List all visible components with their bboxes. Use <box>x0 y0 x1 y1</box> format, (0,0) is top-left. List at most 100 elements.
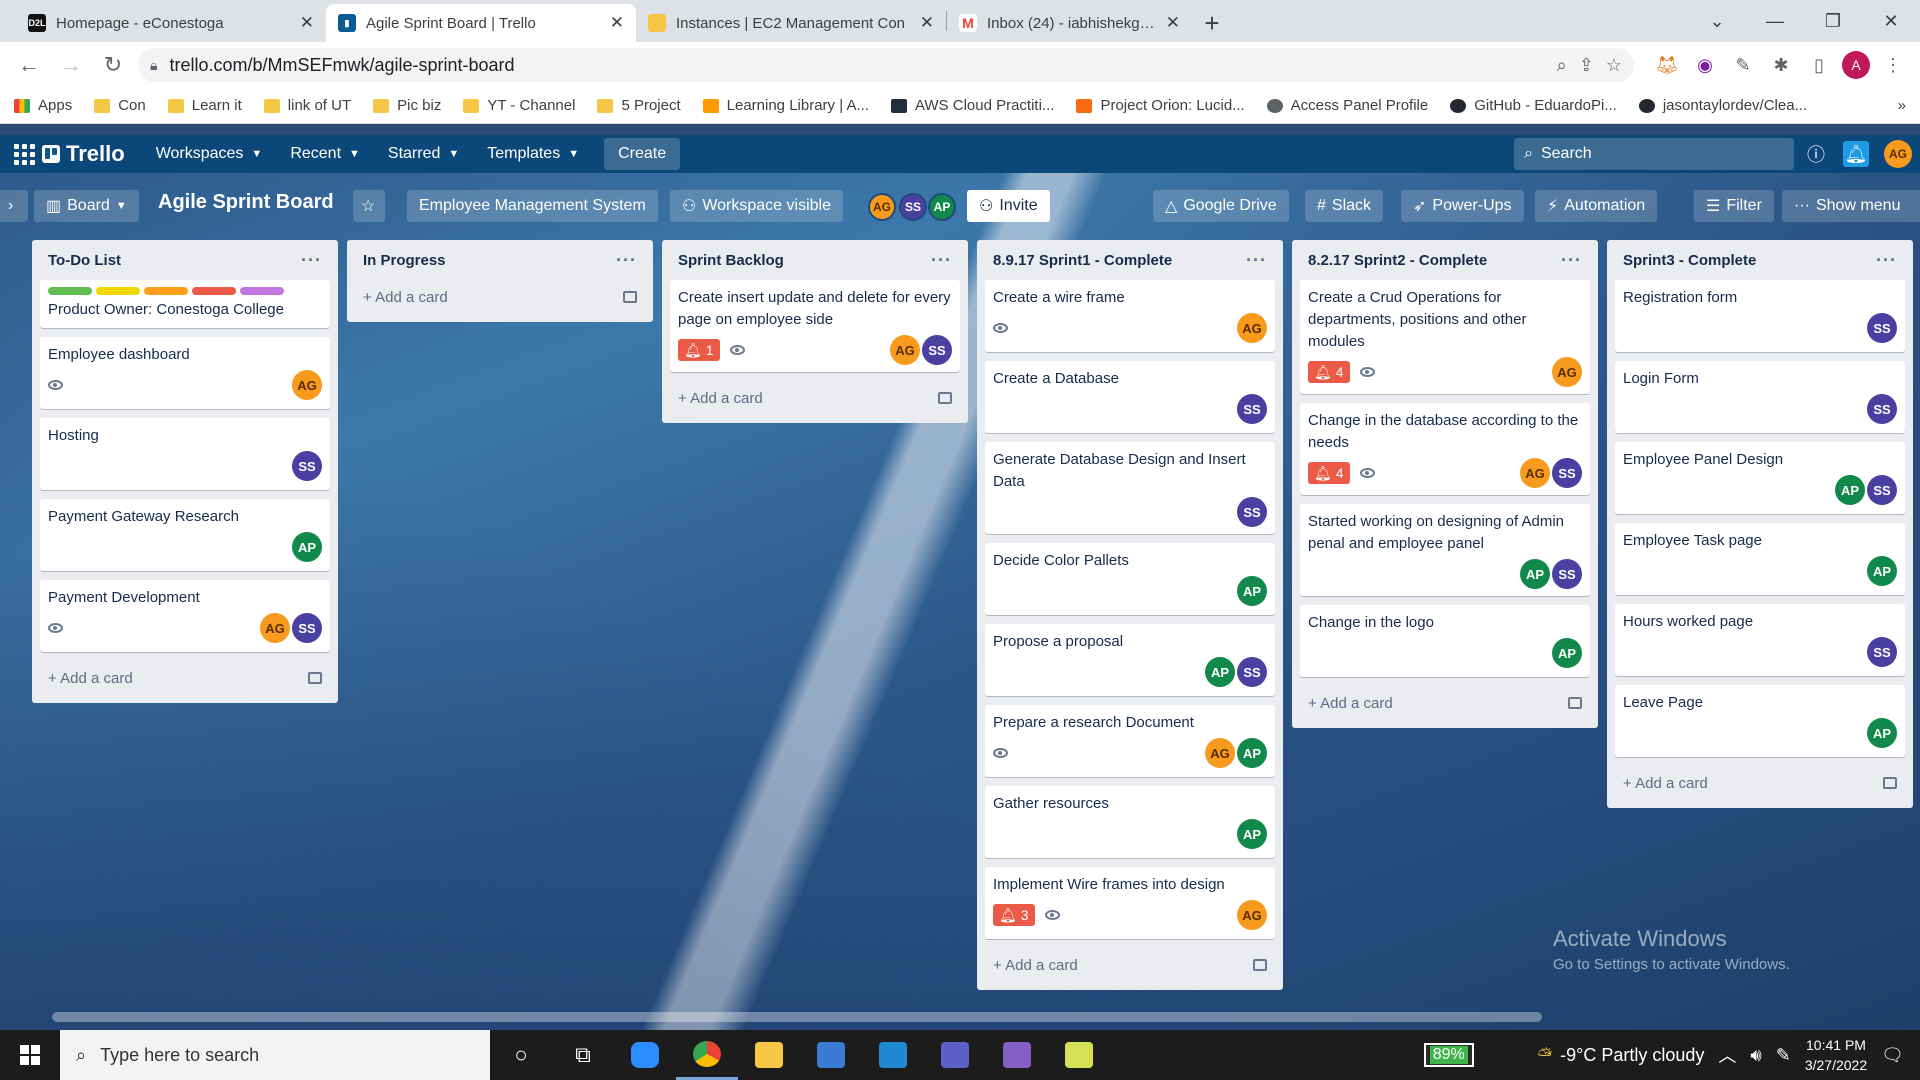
member-avatar[interactable]: SS <box>922 335 952 365</box>
board-title[interactable]: Agile Sprint Board <box>158 191 334 214</box>
bookmark-folder[interactable]: link of UT <box>263 97 351 114</box>
automation-button[interactable]: ⚡︎ Automation <box>1535 190 1658 222</box>
new-tab-button[interactable]: + <box>1192 4 1232 42</box>
tab-search-icon[interactable]: ⌄ <box>1688 0 1746 42</box>
forward-icon[interactable]: → <box>54 48 88 82</box>
list-title[interactable]: 8.2.17 Sprint2 - Complete <box>1308 252 1487 269</box>
reload-icon[interactable]: ↻ <box>96 48 130 82</box>
close-window-icon[interactable]: ✕ <box>1862 0 1920 42</box>
list-header[interactable]: Sprint Backlog ··· <box>670 240 960 280</box>
minimize-icon[interactable]: — <box>1746 0 1804 42</box>
member-avatar[interactable]: SS <box>1867 313 1897 343</box>
start-button[interactable] <box>0 1030 60 1080</box>
card[interactable]: Employee Panel Design AP SS <box>1615 442 1905 514</box>
bookmark-link[interactable]: jasontaylordev/Clea... <box>1638 97 1807 114</box>
add-card-button[interactable]: + Add a card <box>355 280 645 314</box>
notification-center-icon[interactable]: 🗨︎ <box>1881 1045 1904 1066</box>
bookmark-folder[interactable]: Pic biz <box>373 97 441 114</box>
card[interactable]: Change in the database according to the … <box>1300 403 1590 495</box>
bookmark-link[interactable]: Learning Library | A... <box>702 97 869 114</box>
remote-desktop-icon[interactable] <box>800 1030 862 1080</box>
back-icon[interactable]: ← <box>12 48 46 82</box>
browser-tab-gmail[interactable]: M Inbox (24) - iabhishekgupta21@ ✕ <box>947 4 1192 42</box>
list-title[interactable]: 8.9.17 Sprint1 - Complete <box>993 252 1172 269</box>
cortana-icon[interactable]: ○ <box>490 1030 552 1080</box>
member-avatar[interactable]: AG <box>1520 458 1550 488</box>
slack-button[interactable]: # Slack <box>1305 190 1384 222</box>
member-avatar[interactable]: AP <box>1237 738 1267 768</box>
clock[interactable]: 10:41 PM 3/27/2022 <box>1805 1035 1867 1075</box>
close-tab-icon[interactable]: ✕ <box>610 13 624 33</box>
member-avatar[interactable]: AP <box>1520 559 1550 589</box>
profile-avatar[interactable]: A <box>1842 51 1870 79</box>
bookmark-link[interactable]: Project Orion: Lucid... <box>1076 97 1245 114</box>
member-avatar[interactable]: SS <box>1237 394 1267 424</box>
list-header[interactable]: 8.9.17 Sprint1 - Complete ··· <box>985 240 1275 280</box>
show-menu-button[interactable]: ··· Show menu <box>1782 190 1920 222</box>
zoom-icon[interactable]: ⌕ <box>1557 55 1567 76</box>
card[interactable]: Implement Wire frames into design 🔔︎ 3 AG <box>985 867 1275 939</box>
bookmark-link[interactable]: GitHub - EduardoPi... <box>1450 97 1617 114</box>
lock-icon[interactable]: 🔒︎ <box>150 57 157 74</box>
vscode-icon[interactable] <box>862 1030 924 1080</box>
member-avatar[interactable]: SS <box>1867 394 1897 424</box>
list-menu-icon[interactable]: ··· <box>1246 250 1267 271</box>
add-card-button[interactable]: + Add a card <box>985 948 1275 982</box>
add-card-button[interactable]: + Add a card <box>670 381 960 415</box>
zoom-app-icon[interactable] <box>614 1030 676 1080</box>
close-tab-icon[interactable]: ✕ <box>300 13 314 33</box>
member-avatar[interactable]: AP <box>1552 638 1582 668</box>
chrome-app-icon[interactable] <box>676 1030 738 1080</box>
card[interactable]: Prepare a research Document AG AP <box>985 705 1275 777</box>
list-menu-icon[interactable]: ··· <box>931 250 952 271</box>
pen-icon[interactable]: ✎ <box>1776 1045 1791 1066</box>
member-avatar[interactable]: AG <box>1552 357 1582 387</box>
list-title[interactable]: Sprint3 - Complete <box>1623 252 1756 269</box>
list-menu-icon[interactable]: ··· <box>616 250 637 271</box>
notifications-bell-icon[interactable]: 🔔︎ <box>1843 141 1869 167</box>
side-panel-icon[interactable]: ▯ <box>1804 50 1834 80</box>
list-header[interactable]: 8.2.17 Sprint2 - Complete ··· <box>1300 240 1590 280</box>
card-label[interactable] <box>240 287 284 295</box>
bookmark-star-icon[interactable]: ☆ <box>1606 55 1622 76</box>
bookmark-folder[interactable]: Con <box>94 97 146 114</box>
browser-tab-econestoga[interactable]: D2L Homepage - eConestoga ✕ <box>16 4 326 42</box>
templates-menu[interactable]: Templates ▼ <box>476 138 590 170</box>
member-avatar-ag[interactable]: AG <box>868 193 896 221</box>
card-label[interactable] <box>96 287 140 295</box>
weather-widget[interactable]: ⛅︎ -9°C Partly cloudy <box>1538 1045 1705 1066</box>
card[interactable]: Registration form SS <box>1615 280 1905 352</box>
chrome-menu-icon[interactable]: ⋮ <box>1878 50 1908 80</box>
card[interactable]: Hosting SS <box>40 418 330 490</box>
search-input[interactable]: ⌕ Search <box>1514 138 1794 170</box>
member-avatar[interactable]: SS <box>1867 637 1897 667</box>
member-avatar-ap[interactable]: AP <box>928 193 956 221</box>
restore-icon[interactable]: ❐ <box>1804 0 1862 42</box>
list-header[interactable]: To-Do List ··· <box>40 240 330 280</box>
visual-studio-icon[interactable] <box>986 1030 1048 1080</box>
member-avatar[interactable]: AG <box>1205 738 1235 768</box>
board-horizontal-scrollbar[interactable] <box>52 1012 1542 1022</box>
sidebar-toggle-icon[interactable]: › <box>0 190 28 222</box>
member-avatar[interactable]: SS <box>1237 657 1267 687</box>
member-avatar-ss[interactable]: SS <box>899 193 927 221</box>
url-text[interactable]: trello.com/b/MmSEFmwk/agile-sprint-board <box>169 55 1544 76</box>
app-switcher-icon[interactable] <box>12 142 36 166</box>
card-labels[interactable] <box>48 287 322 295</box>
card-template-icon[interactable] <box>623 291 637 303</box>
member-avatar[interactable]: SS <box>292 451 322 481</box>
visibility-button[interactable]: ⚇ Workspace visible <box>670 190 843 222</box>
card-label[interactable] <box>48 287 92 295</box>
bookmark-folder[interactable]: Learn it <box>167 97 242 114</box>
list-header[interactable]: In Progress ··· <box>355 240 645 280</box>
member-avatar[interactable]: AG <box>890 335 920 365</box>
list-header[interactable]: Sprint3 - Complete ··· <box>1615 240 1905 280</box>
workspace-button[interactable]: Employee Management System <box>407 190 658 222</box>
volume-icon[interactable]: 🔊︎ <box>1750 1045 1761 1066</box>
add-card-button[interactable]: + Add a card <box>1300 686 1590 720</box>
list-title[interactable]: Sprint Backlog <box>678 252 784 269</box>
member-avatar[interactable]: AP <box>1835 475 1865 505</box>
add-card-button[interactable]: + Add a card <box>1615 766 1905 800</box>
create-button[interactable]: Create <box>604 138 681 170</box>
add-card-button[interactable]: + Add a card <box>40 661 330 695</box>
